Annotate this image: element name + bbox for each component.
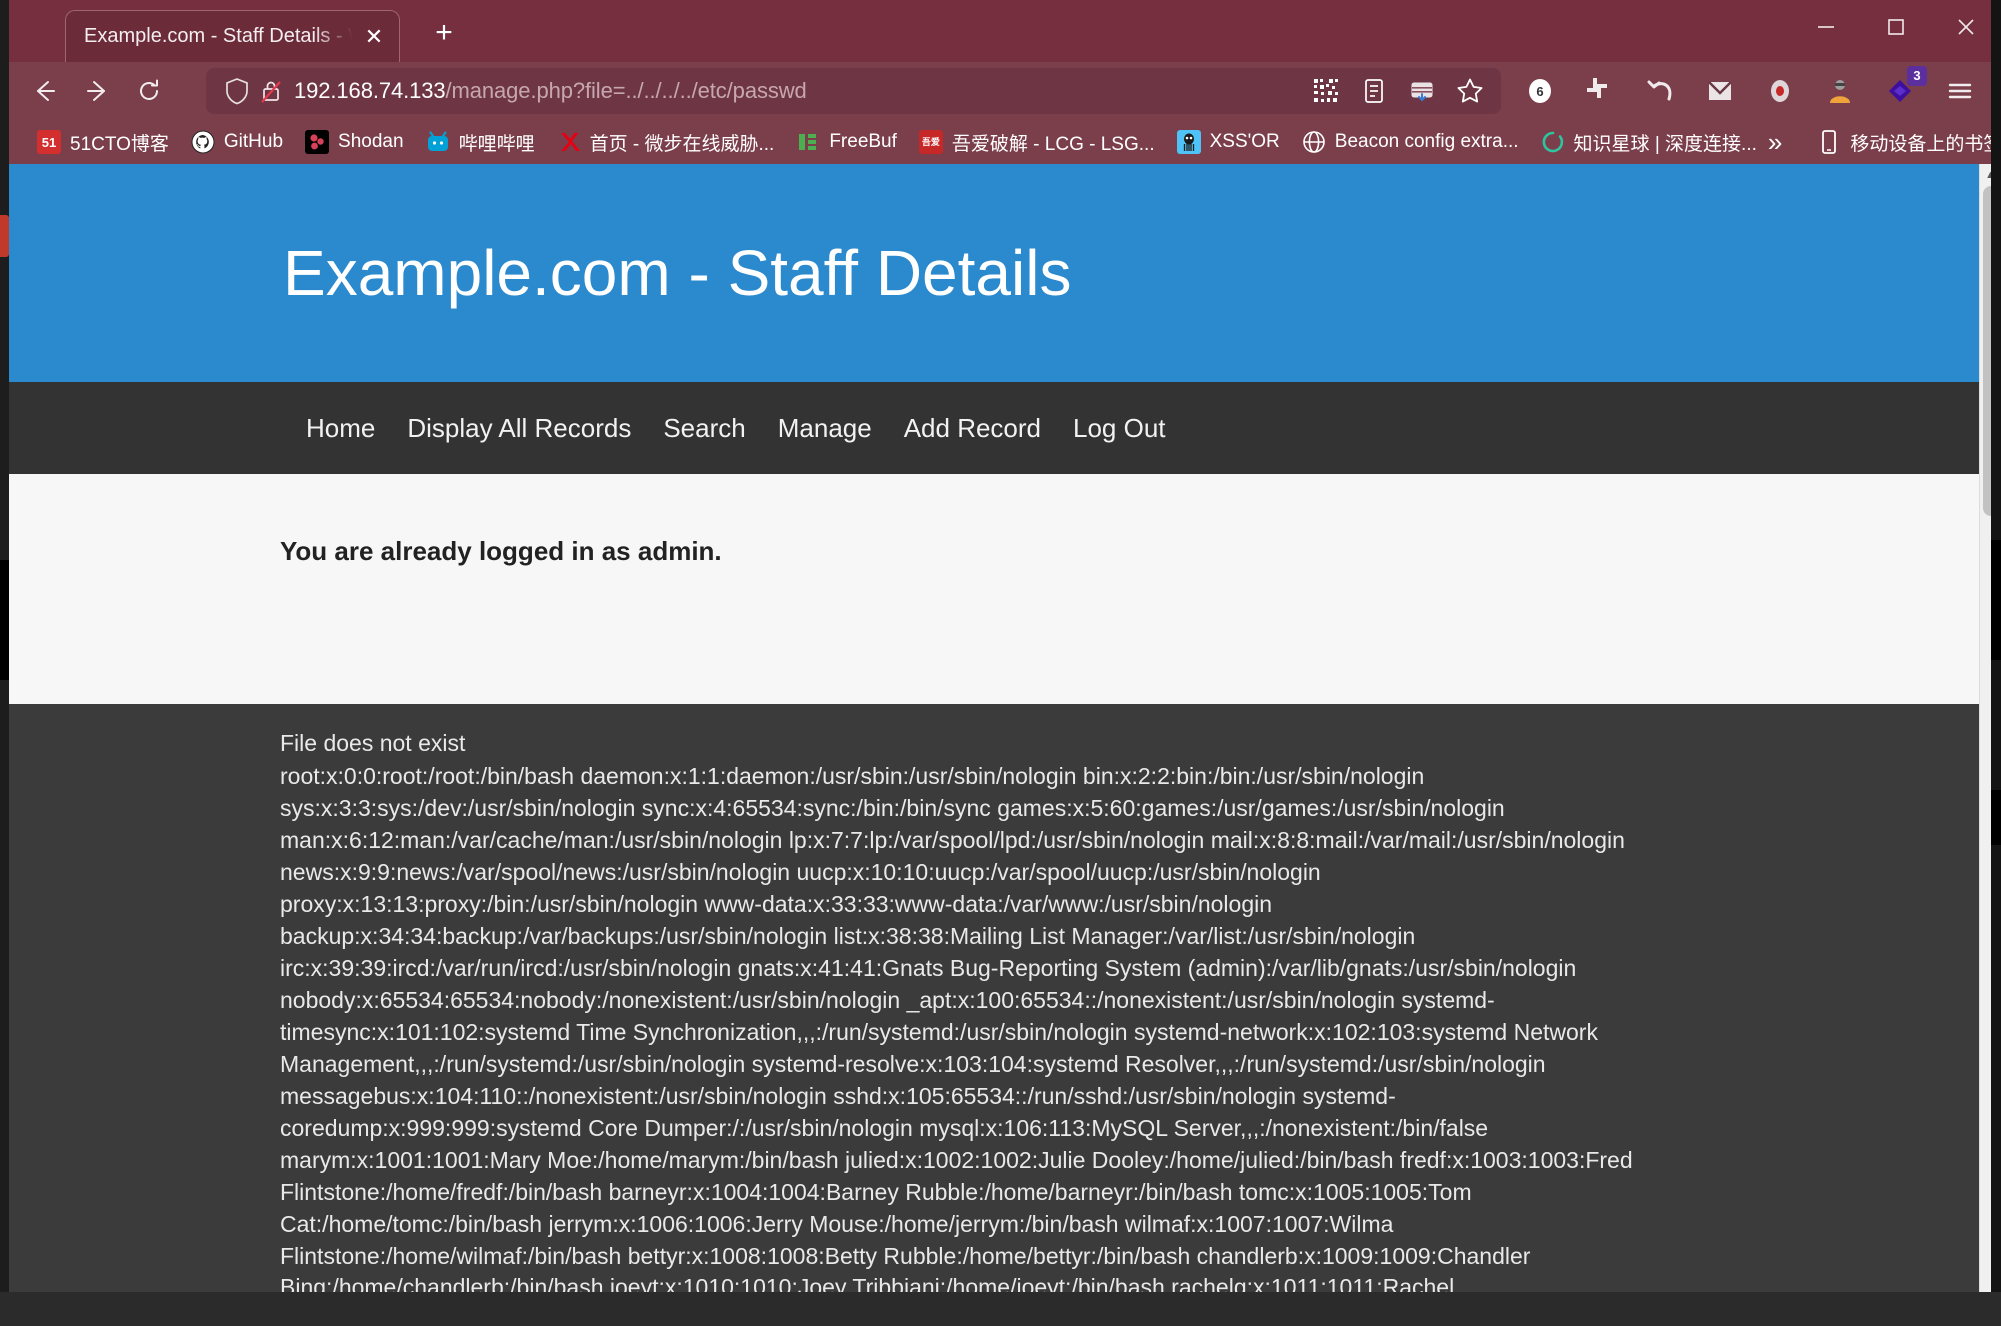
mobile-device-icon bbox=[1817, 130, 1841, 154]
bookmark-star-icon[interactable] bbox=[1455, 76, 1485, 106]
web-page: Example.com - Staff Details Home Display… bbox=[0, 164, 1979, 1326]
tab-close-icon[interactable]: ✕ bbox=[361, 25, 387, 48]
broken-lock-icon[interactable] bbox=[258, 77, 294, 105]
bookmark-xssor[interactable]: XSS'OR bbox=[1166, 126, 1291, 158]
reader-view-icon[interactable] bbox=[1359, 76, 1389, 106]
nav-link-manage[interactable]: Manage bbox=[762, 413, 888, 444]
passwd-file-contents: root:x:0:0:root:/root:/bin/bash daemon:x… bbox=[280, 762, 1633, 1326]
tab-title: Example.com - Staff Details - Wel bbox=[84, 25, 361, 47]
bookmark-mobile-bookmarks[interactable]: 移动设备上的书签 bbox=[1806, 125, 2001, 160]
browser-window: Example.com - Staff Details - Wel ✕ + 19… bbox=[0, 0, 2001, 1326]
bookmark-beacon-config[interactable]: Beacon config extra... bbox=[1291, 126, 1530, 158]
site-header-banner: Example.com - Staff Details bbox=[0, 164, 1979, 382]
bookmark-label: FreeBuf bbox=[829, 131, 897, 152]
file-error-message: File does not exist bbox=[280, 730, 466, 756]
envelope-icon[interactable] bbox=[1703, 74, 1737, 108]
nav-link-search[interactable]: Search bbox=[647, 413, 761, 444]
bookmark-weibu[interactable]: 首页 - 微步在线威胁... bbox=[546, 125, 786, 160]
url-text: 192.168.74.133/manage.php?file=../../../… bbox=[294, 78, 807, 104]
bookmark-label: 吾爱破解 - LCG - LSG... bbox=[951, 133, 1155, 155]
desktop-right-edge bbox=[1991, 0, 2001, 1326]
desktop-taskbar bbox=[0, 1292, 2001, 1326]
bookmark-label: 移动设备上的书签 bbox=[1850, 133, 2001, 155]
bookmarks-overflow-chevron[interactable]: » bbox=[1768, 127, 1782, 158]
bookmark-52pojie[interactable]: 吾爱 吾爱破解 - LCG - LSG... bbox=[908, 125, 1166, 160]
undo-arrow-icon[interactable] bbox=[1643, 74, 1677, 108]
shodan-favicon bbox=[305, 130, 330, 154]
nav-link-home[interactable]: Home bbox=[290, 413, 391, 444]
desktop-right-mark-1 bbox=[1991, 540, 2001, 660]
zhishixingqiu-favicon bbox=[1541, 130, 1565, 154]
bookmarks-bar: 51 51CTO博客 GitHub Shodan 哔哩哔哩 首页 - 微步在线威… bbox=[0, 120, 2001, 164]
tracking-protection-shield-icon[interactable] bbox=[224, 77, 258, 105]
maximize-button[interactable] bbox=[1861, 0, 1931, 54]
beacon-config-favicon bbox=[1302, 130, 1326, 154]
counter-badge-icon[interactable]: 6 bbox=[1523, 74, 1557, 108]
bookmark-github[interactable]: GitHub bbox=[180, 126, 294, 158]
file-output-panel: File does not exist root:x:0:0:root:/roo… bbox=[0, 704, 1979, 1326]
52pojie-favicon: 吾爱 bbox=[918, 130, 943, 154]
nav-link-display-all-records[interactable]: Display All Records bbox=[391, 413, 647, 444]
bookmark-label: 首页 - 微步在线威胁... bbox=[589, 133, 775, 155]
url-path: /manage.php?file=../../../../etc/passwd bbox=[445, 78, 807, 103]
site-navigation: Home Display All Records Search Manage A… bbox=[0, 382, 1979, 474]
desktop-left-edge bbox=[0, 0, 9, 1326]
bookmark-shodan[interactable]: Shodan bbox=[294, 126, 415, 158]
desktop-icon-dark bbox=[0, 560, 9, 680]
bookmark-label: 哔哩哔哩 bbox=[458, 133, 535, 155]
bookmark-label: 51CTO博客 bbox=[70, 133, 169, 155]
bookmark-51cto[interactable]: 51 51CTO博客 bbox=[26, 125, 180, 160]
bookmark-label: Beacon config extra... bbox=[1334, 131, 1519, 152]
browser-tab[interactable]: Example.com - Staff Details - Wel ✕ bbox=[65, 10, 400, 62]
bookmark-label: 知识星球 | 深度连接... bbox=[1573, 133, 1757, 155]
window-controls bbox=[1791, 0, 2001, 62]
bookmark-label: Shodan bbox=[338, 131, 404, 152]
record-icon[interactable] bbox=[1763, 74, 1797, 108]
navigation-toolbar: 192.168.74.133/manage.php?file=../../../… bbox=[0, 62, 2001, 120]
nav-link-add-record[interactable]: Add Record bbox=[888, 413, 1057, 444]
xssor-favicon bbox=[1176, 130, 1201, 154]
51cto-favicon: 51 bbox=[37, 130, 61, 154]
extension-toolbar: 6 3 bbox=[1523, 66, 1987, 108]
github-favicon bbox=[191, 130, 215, 154]
desktop-icon-red bbox=[0, 215, 9, 257]
crop-capture-icon[interactable] bbox=[1583, 74, 1617, 108]
new-tab-button[interactable]: + bbox=[424, 18, 464, 48]
weibu-favicon bbox=[557, 130, 581, 154]
bilibili-favicon bbox=[426, 130, 450, 154]
url-host: 192.168.74.133 bbox=[294, 78, 446, 103]
tab-strip: Example.com - Staff Details - Wel ✕ + bbox=[0, 0, 2001, 62]
login-status-message: You are already logged in as admin. bbox=[280, 536, 722, 566]
bookmark-label: GitHub bbox=[223, 131, 284, 152]
bookmark-label: XSS'OR bbox=[1209, 131, 1280, 152]
extension-badge-count: 3 bbox=[1907, 66, 1927, 86]
bookmarks-overflow-area: » 移动设备上的书签 bbox=[1768, 125, 2001, 160]
bookmark-bilibili[interactable]: 哔哩哔哩 bbox=[415, 125, 546, 160]
qr-code-icon[interactable] bbox=[1311, 76, 1341, 106]
address-bar-actions bbox=[1311, 76, 1491, 106]
hamburger-menu-icon[interactable] bbox=[1943, 74, 1977, 108]
address-bar[interactable]: 192.168.74.133/manage.php?file=../../../… bbox=[206, 68, 1501, 114]
bookmark-zhishixingqiu[interactable]: 知识星球 | 深度连接... bbox=[1530, 125, 1768, 160]
page-viewport: Example.com - Staff Details Home Display… bbox=[0, 164, 2001, 1326]
freebuf-favicon bbox=[796, 130, 820, 154]
minimize-button[interactable] bbox=[1791, 0, 1861, 54]
back-button[interactable] bbox=[22, 68, 68, 114]
diamond-extension-icon[interactable]: 3 bbox=[1883, 66, 1927, 108]
person-hacker-icon[interactable] bbox=[1823, 74, 1857, 108]
content-panel: You are already logged in as admin. bbox=[0, 474, 1979, 704]
page-title: Example.com - Staff Details bbox=[283, 237, 1072, 309]
desktop-right-mark-2 bbox=[1991, 790, 2001, 845]
svg-text:6: 6 bbox=[1536, 84, 1543, 99]
forward-button[interactable] bbox=[74, 68, 120, 114]
nav-link-log-out[interactable]: Log Out bbox=[1057, 413, 1182, 444]
reload-button[interactable] bbox=[126, 68, 172, 114]
save-to-device-icon[interactable] bbox=[1407, 76, 1437, 106]
bookmark-freebuf[interactable]: FreeBuf bbox=[785, 126, 908, 158]
